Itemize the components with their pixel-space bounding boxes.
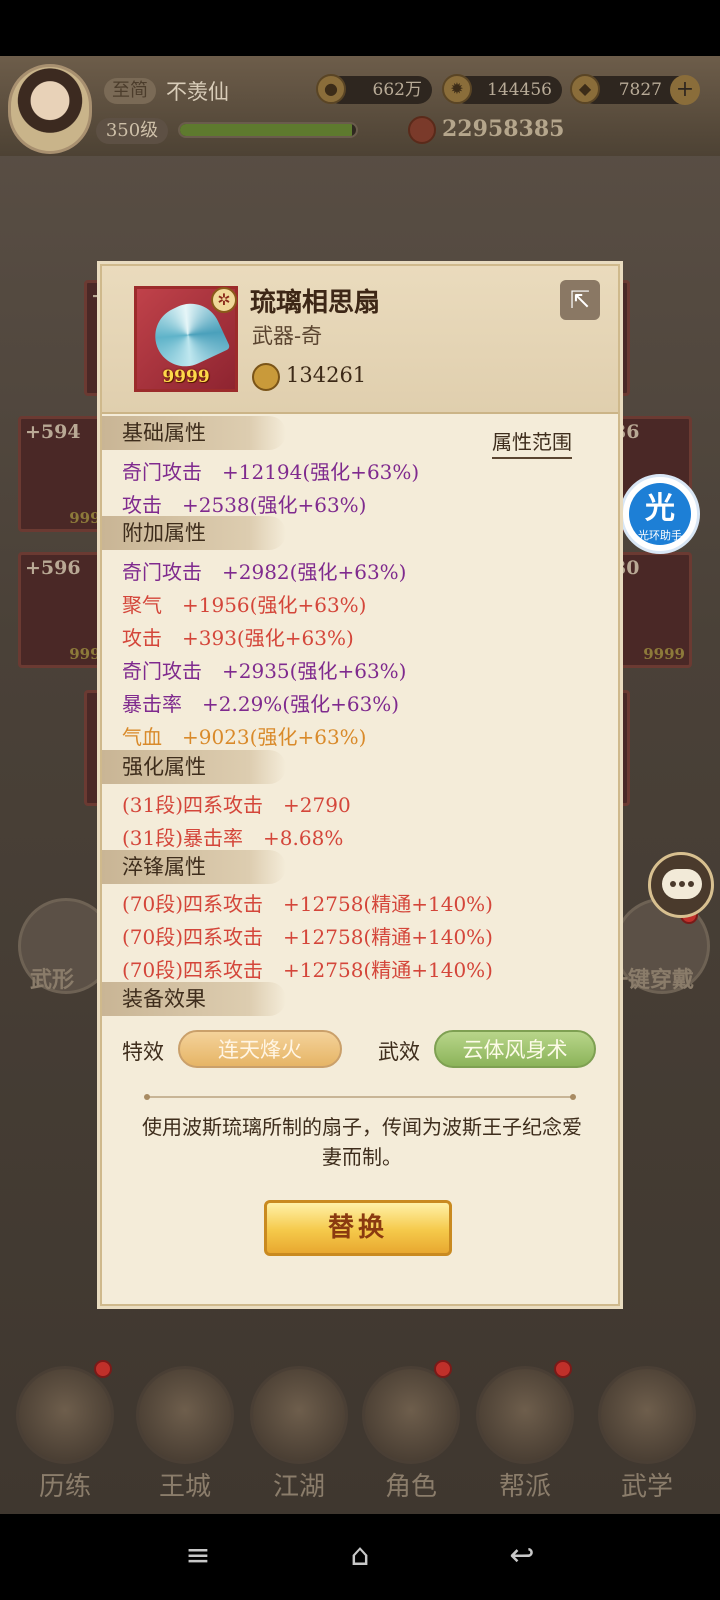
nav-juese[interactable]: 角色 [356,1346,466,1514]
chat-button[interactable] [648,852,714,918]
extra-attr: 奇门攻击 +2935(强化+63%) [122,659,407,683]
extra-attr: 暴击率 +2.29%(强化+63%) [122,692,400,716]
section-enhance-attrs: 强化属性 [102,750,286,784]
add-gold-icon[interactable]: + [670,75,700,105]
chat-bubble-icon [662,869,702,899]
bottom-nav: 历练 王城 江湖 角色 帮派 武学 [0,1346,720,1514]
section-equip-effect: 装备效果 [102,982,286,1016]
gem-icon: ✹ [442,74,472,104]
temper-attr: (70段)四系攻击 +12758(精通+140%) [122,925,493,949]
player-avatar[interactable] [8,64,92,154]
item-detail-modal: ✲ 9999 琉璃相思扇 武器-奇 134261 ⇱ 基础属性 属性范围 奇门攻… [100,264,620,1306]
nav-wuxue[interactable]: 武学 [592,1346,702,1514]
resource-coin-value: 662万 [372,80,422,100]
item-power-value: 134261 [286,363,367,387]
nav-bangpai[interactable]: 帮派 [470,1346,580,1514]
nav-label: 武学 [620,1472,673,1502]
exp-fill [180,124,353,136]
gold-ingot-icon: ◆ [570,74,600,104]
extra-attr: 聚气 +1956(强化+63%) [122,593,367,617]
notification-dot [94,1360,112,1378]
resource-gem: ✹ 144456 [442,74,562,104]
scroll-icon [598,1366,696,1464]
item-level-badge: 9999 [162,367,210,387]
base-attr: 攻击 +2538(强化+63%) [122,493,367,517]
palace-icon [136,1366,234,1464]
temper-attr: (70段)四系攻击 +12758(精通+140%) [122,892,493,916]
item-icon: ✲ 9999 [134,286,238,392]
resource-gold-value: 7827 [618,80,662,100]
item-type: 武器-奇 [252,324,323,348]
notification-dot [554,1360,572,1378]
menu-icon[interactable]: ≡ [176,1534,220,1578]
share-icon: ⇱ [569,286,591,314]
notification-dot [434,1360,452,1378]
resource-gem-value: 144456 [487,80,552,100]
resource-coin: ● 662万 [316,74,432,104]
replace-button[interactable]: 替换 [264,1200,452,1256]
section-temper-attrs: 淬锋属性 [102,850,286,884]
enhance-attr: (31段)暴击率 +8.68% [122,826,344,850]
item-name: 琉璃相思扇 [250,288,381,318]
special-effect-label: 特效 [122,1040,164,1064]
equip-slot-quality: 9999 [643,645,685,663]
enhance-attr: (31段)四系攻击 +2790 [122,793,351,817]
vip-tag: 至简 [104,78,156,104]
player-name: 不羡仙 [166,80,229,104]
item-description: 使用波斯琉璃所制的扇子，传闻为波斯王子纪念爱妻而制。 [142,1115,582,1169]
total-power: 22958385 [408,116,564,148]
top-bar: 至简 不羡仙 350级 ● 662万 ✹ 144456 ◆ 7827 + 229… [0,56,720,156]
extra-attr: 奇门攻击 +2982(强化+63%) [122,560,407,584]
nav-label: 王城 [158,1472,211,1502]
power-icon [408,116,436,144]
nav-label: 角色 [384,1472,437,1502]
extra-attr: 攻击 +393(强化+63%) [122,626,354,650]
player-level: 350级 [96,118,168,144]
power-icon [252,362,280,391]
item-power: 134261 [252,360,367,391]
nav-lilian[interactable]: 历练 [10,1346,120,1514]
base-attr: 奇门攻击 +12194(强化+63%) [122,460,420,484]
martial-effect-pill[interactable]: 云体风身术 [434,1030,596,1068]
lilian-icon [16,1366,114,1464]
nav-label: 历练 [38,1472,91,1502]
resource-gold: ◆ 7827 + [570,74,700,105]
temper-attr: (70段)四系攻击 +12758(精通+140%) [122,958,493,982]
section-base-attrs: 基础属性 [102,416,286,450]
total-power-value: 22958385 [442,116,565,142]
coin-icon: ● [316,74,346,104]
rarity-badge-icon: ✲ [211,287,237,313]
nav-jianghu[interactable]: 江湖 [244,1346,354,1514]
item-header: ✲ 9999 琉璃相思扇 武器-奇 134261 ⇱ [102,266,618,414]
equip-slot-plus: +596 [25,557,81,579]
home-icon[interactable]: ⌂ [338,1534,382,1578]
character-icon [362,1366,460,1464]
special-effect-pill[interactable]: 连天烽火 [178,1030,342,1068]
sword-icon [250,1366,348,1464]
back-icon[interactable]: ↩ [500,1534,544,1578]
share-button[interactable]: ⇱ [560,280,600,320]
divider [144,1094,576,1100]
helper-button[interactable]: 光 光环助手 [620,474,700,554]
system-nav-bar: ≡ ⌂ ↩ [0,1514,720,1600]
helper-caption: 光环助手 [638,529,682,542]
nav-label: 江湖 [272,1472,325,1502]
exp-bar [178,122,358,138]
martial-effect-label: 武效 [378,1040,420,1064]
guild-icon [476,1366,574,1464]
attr-range-link[interactable]: 属性范围 [492,426,572,459]
nav-label: 帮派 [498,1472,551,1502]
nav-wangcheng[interactable]: 王城 [130,1346,240,1514]
section-extra-attrs: 附加属性 [102,516,286,550]
wuxing-label: 武形 [30,967,75,993]
status-bar [0,0,720,56]
extra-attr: 气血 +9023(强化+63%) [122,725,367,749]
equip-slot-plus: +594 [25,421,81,443]
